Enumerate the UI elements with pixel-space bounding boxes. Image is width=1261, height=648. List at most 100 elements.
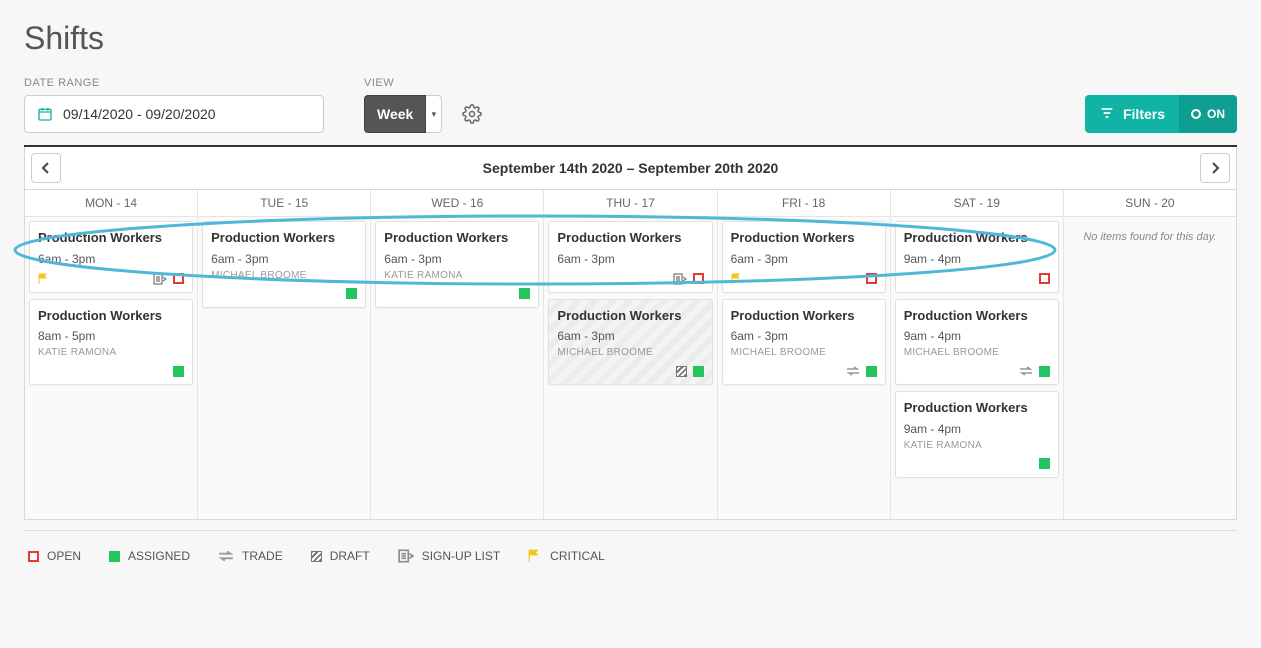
shift-time: 6am - 3pm bbox=[211, 252, 357, 266]
trade-icon bbox=[846, 366, 860, 376]
shift-title: Production Workers bbox=[38, 308, 184, 324]
shift-time: 6am - 3pm bbox=[38, 252, 184, 266]
day-header: THU - 17 bbox=[544, 190, 716, 217]
shift-assignee: KATIE RAMONA bbox=[904, 440, 1050, 451]
gear-icon[interactable] bbox=[462, 104, 482, 124]
shift-assignee: MICHAEL BROOME bbox=[731, 347, 877, 358]
legend-critical: CRITICAL bbox=[528, 549, 605, 563]
shift-card[interactable]: Production Workers 6am - 3pm bbox=[548, 221, 712, 293]
flag-icon bbox=[38, 273, 50, 285]
calendar-icon bbox=[37, 106, 53, 122]
date-range-value: 09/14/2020 - 09/20/2020 bbox=[63, 106, 216, 122]
shift-assignee: KATIE RAMONA bbox=[384, 270, 530, 281]
shift-title: Production Workers bbox=[904, 230, 1050, 246]
trade-icon bbox=[1019, 366, 1033, 376]
assigned-icon bbox=[109, 551, 120, 562]
day-header: SUN - 20 bbox=[1064, 190, 1236, 217]
shift-title: Production Workers bbox=[731, 308, 877, 324]
shift-card[interactable]: Production Workers 6am - 3pm bbox=[29, 221, 193, 293]
shift-assignee: MICHAEL BROOME bbox=[211, 270, 357, 281]
legend-draft: DRAFT bbox=[311, 549, 370, 563]
chevron-down-icon[interactable]: ▾ bbox=[426, 95, 442, 133]
day-col-mon: MON - 14 Production Workers 6am - 3pm bbox=[25, 190, 198, 519]
shift-title: Production Workers bbox=[557, 230, 703, 246]
date-range-group: DATE RANGE 09/14/2020 - 09/20/2020 bbox=[24, 77, 324, 133]
signup-icon bbox=[673, 273, 687, 285]
day-col-sat: SAT - 19 Production Workers 9am - 4pm Pr… bbox=[891, 190, 1064, 519]
filters-toggle[interactable]: ON bbox=[1179, 95, 1237, 133]
shift-time: 9am - 4pm bbox=[904, 329, 1050, 343]
flag-icon bbox=[528, 549, 542, 563]
shift-title: Production Workers bbox=[731, 230, 877, 246]
shift-time: 6am - 3pm bbox=[384, 252, 530, 266]
assigned-icon bbox=[346, 288, 357, 299]
week-title: September 14th 2020 – September 20th 202… bbox=[483, 160, 779, 176]
shift-card[interactable]: Production Workers 6am - 3pm MICHAEL BRO… bbox=[722, 299, 886, 386]
shift-card[interactable]: Production Workers 9am - 4pm KATIE RAMON… bbox=[895, 391, 1059, 478]
shift-time: 8am - 5pm bbox=[38, 329, 184, 343]
open-icon bbox=[1039, 273, 1050, 284]
assigned-icon bbox=[519, 288, 530, 299]
shift-assignee: MICHAEL BROOME bbox=[904, 347, 1050, 358]
shift-title: Production Workers bbox=[211, 230, 357, 246]
draft-icon bbox=[676, 366, 687, 377]
on-indicator-icon bbox=[1191, 109, 1201, 119]
day-header: SAT - 19 bbox=[891, 190, 1063, 217]
shift-card[interactable]: Production Workers 9am - 4pm MICHAEL BRO… bbox=[895, 299, 1059, 386]
no-items-text: No items found for this day. bbox=[1068, 221, 1232, 253]
assigned-icon bbox=[1039, 458, 1050, 469]
view-value[interactable]: Week bbox=[364, 95, 426, 133]
day-col-tue: TUE - 15 Production Workers 6am - 3pm MI… bbox=[198, 190, 371, 519]
day-col-sun: SUN - 20 No items found for this day. bbox=[1064, 190, 1236, 519]
filters-state: ON bbox=[1207, 107, 1225, 121]
day-header: FRI - 18 bbox=[718, 190, 890, 217]
prev-week-button[interactable] bbox=[31, 153, 61, 183]
legend-assigned: ASSIGNED bbox=[109, 549, 190, 563]
view-group: VIEW Week ▾ bbox=[364, 77, 482, 133]
calendar: September 14th 2020 – September 20th 202… bbox=[24, 147, 1237, 520]
shift-title: Production Workers bbox=[38, 230, 184, 246]
signup-icon bbox=[153, 273, 167, 285]
assigned-icon bbox=[866, 366, 877, 377]
shift-time: 9am - 4pm bbox=[904, 422, 1050, 436]
shift-card[interactable]: Production Workers 6am - 3pm KATIE RAMON… bbox=[375, 221, 539, 308]
shift-time: 9am - 4pm bbox=[904, 252, 1050, 266]
shift-assignee: KATIE RAMONA bbox=[38, 347, 184, 358]
assigned-icon bbox=[173, 366, 184, 377]
shift-card[interactable]: Production Workers 9am - 4pm bbox=[895, 221, 1059, 293]
day-col-wed: WED - 16 Production Workers 6am - 3pm KA… bbox=[371, 190, 544, 519]
next-week-button[interactable] bbox=[1200, 153, 1230, 183]
shift-title: Production Workers bbox=[557, 308, 703, 324]
shift-title: Production Workers bbox=[384, 230, 530, 246]
assigned-icon bbox=[1039, 366, 1050, 377]
day-header: MON - 14 bbox=[25, 190, 197, 217]
controls-row: DATE RANGE 09/14/2020 - 09/20/2020 VIEW … bbox=[24, 77, 1237, 133]
signup-icon bbox=[398, 549, 414, 563]
flag-icon bbox=[731, 273, 743, 285]
open-icon bbox=[173, 273, 184, 284]
shift-card[interactable]: Production Workers 6am - 3pm MICHAEL BRO… bbox=[548, 299, 712, 386]
calendar-header: September 14th 2020 – September 20th 202… bbox=[25, 147, 1236, 189]
legend-open: OPEN bbox=[28, 549, 81, 563]
shift-card[interactable]: Production Workers 6am - 3pm bbox=[722, 221, 886, 293]
view-label: VIEW bbox=[364, 77, 482, 89]
calendar-grid: MON - 14 Production Workers 6am - 3pm bbox=[25, 189, 1236, 519]
trade-icon bbox=[218, 550, 234, 562]
open-icon bbox=[866, 273, 877, 284]
legend-trade: TRADE bbox=[218, 549, 283, 563]
day-col-fri: FRI - 18 Production Workers 6am - 3pm bbox=[718, 190, 891, 519]
shift-time: 6am - 3pm bbox=[557, 329, 703, 343]
date-range-picker[interactable]: 09/14/2020 - 09/20/2020 bbox=[24, 95, 324, 133]
filters-button[interactable]: Filters ON bbox=[1085, 95, 1237, 133]
shift-card[interactable]: Production Workers 8am - 5pm KATIE RAMON… bbox=[29, 299, 193, 386]
day-col-thu: THU - 17 Production Workers 6am - 3pm bbox=[544, 190, 717, 519]
shift-title: Production Workers bbox=[904, 308, 1050, 324]
shift-time: 6am - 3pm bbox=[731, 329, 877, 343]
view-picker[interactable]: Week ▾ bbox=[364, 95, 442, 133]
open-icon bbox=[693, 273, 704, 284]
legend: OPEN ASSIGNED TRADE DRAFT SIGN-UP LIST C… bbox=[24, 530, 1237, 563]
shift-assignee: MICHAEL BROOME bbox=[557, 347, 703, 358]
shift-time: 6am - 3pm bbox=[557, 252, 703, 266]
day-header: WED - 16 bbox=[371, 190, 543, 217]
shift-card[interactable]: Production Workers 6am - 3pm MICHAEL BRO… bbox=[202, 221, 366, 308]
